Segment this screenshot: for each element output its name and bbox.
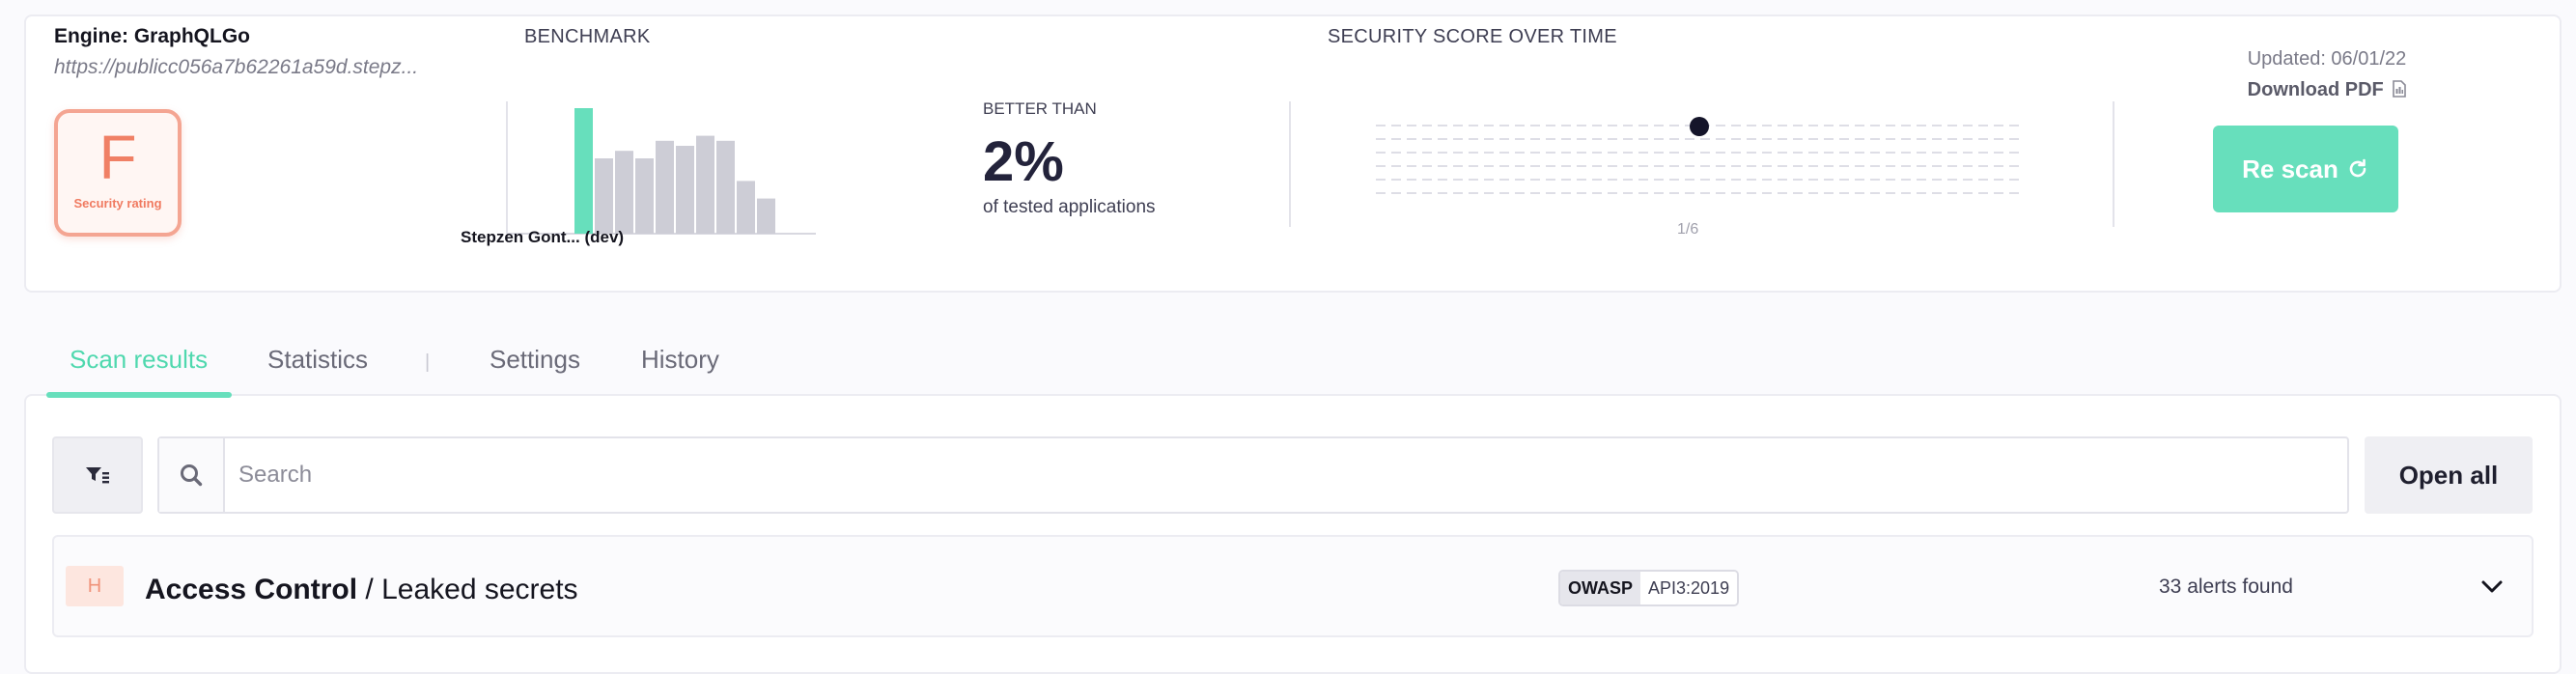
filter-button[interactable] bbox=[52, 436, 143, 514]
result-subcategory: / Leaked secrets bbox=[357, 574, 578, 605]
security-rating-badge: F Security rating bbox=[54, 109, 182, 237]
divider bbox=[2113, 101, 2114, 227]
benchmark-bar bbox=[716, 140, 735, 234]
benchmark-bar bbox=[676, 146, 694, 234]
benchmark-bar bbox=[696, 135, 714, 234]
updated-date: Updated: 06/01/22 bbox=[2247, 48, 2407, 70]
benchmark-bar bbox=[737, 181, 755, 234]
alerts-count: 33 alerts found bbox=[2159, 576, 2293, 598]
score-chart-page: 1/6 bbox=[1677, 221, 1699, 238]
engine-url[interactable]: https://publicc056a7b62261a59d.stepz... bbox=[54, 56, 469, 79]
result-category: Access Control bbox=[145, 574, 358, 605]
owasp-tag-value: API3:2019 bbox=[1640, 572, 1738, 604]
score-over-time-label: SECURITY SCORE OVER TIME bbox=[1328, 26, 1617, 47]
result-title: Access Control / Leaked secrets bbox=[145, 574, 578, 606]
search-box bbox=[157, 436, 2349, 514]
rating-label: Security rating bbox=[73, 196, 162, 211]
benchmark-bar bbox=[635, 158, 654, 234]
chevron-down-icon[interactable] bbox=[2479, 574, 2505, 599]
tab-separator: | bbox=[425, 351, 431, 373]
benchmark-bar-current bbox=[574, 108, 593, 234]
better-than-value: 2% bbox=[983, 130, 1064, 193]
open-all-button[interactable]: Open all bbox=[2365, 436, 2533, 514]
rescan-label: Re scan bbox=[2242, 154, 2338, 183]
download-pdf-link[interactable]: Download PDF bbox=[2211, 79, 2443, 101]
benchmark-chart bbox=[506, 101, 816, 235]
benchmark-bar bbox=[615, 151, 633, 234]
tab-history[interactable]: History bbox=[641, 345, 719, 375]
search-input[interactable] bbox=[238, 438, 2334, 512]
tab-scan-results[interactable]: Scan results bbox=[70, 345, 208, 375]
benchmark-bar bbox=[656, 140, 674, 234]
engine-title: Engine: GraphQLGo bbox=[54, 25, 250, 47]
divider bbox=[1289, 101, 1291, 227]
rating-grade: F bbox=[98, 123, 137, 192]
better-than-description: of tested applications bbox=[983, 197, 1156, 217]
severity-badge: H bbox=[66, 566, 124, 606]
tab-statistics[interactable]: Statistics bbox=[267, 345, 368, 375]
owasp-tag-key: OWASP bbox=[1560, 572, 1641, 604]
tab-settings[interactable]: Settings bbox=[490, 345, 580, 375]
pdf-icon bbox=[2393, 80, 2407, 98]
benchmark-caption: Stepzen Gont... (dev) bbox=[461, 228, 625, 246]
benchmark-bar bbox=[757, 198, 775, 234]
benchmark-label: BENCHMARK bbox=[524, 26, 651, 47]
result-row[interactable]: H Access Control / Leaked secrets OWASP … bbox=[52, 535, 2534, 637]
search-icon bbox=[181, 464, 203, 487]
download-pdf-label: Download PDF bbox=[2247, 79, 2384, 100]
score-over-time-chart bbox=[1376, 117, 2023, 194]
filter-icon bbox=[86, 467, 109, 484]
rescan-button[interactable]: Re scan bbox=[2213, 126, 2398, 212]
better-than-label: BETTER THAN bbox=[983, 99, 1097, 118]
refresh-icon bbox=[2349, 158, 2366, 178]
score-point[interactable] bbox=[1690, 117, 1709, 136]
owasp-tag: OWASP API3:2019 bbox=[1558, 570, 1740, 606]
active-tab-indicator bbox=[46, 392, 232, 398]
search-icon-container bbox=[159, 438, 225, 512]
benchmark-bar bbox=[595, 158, 613, 234]
